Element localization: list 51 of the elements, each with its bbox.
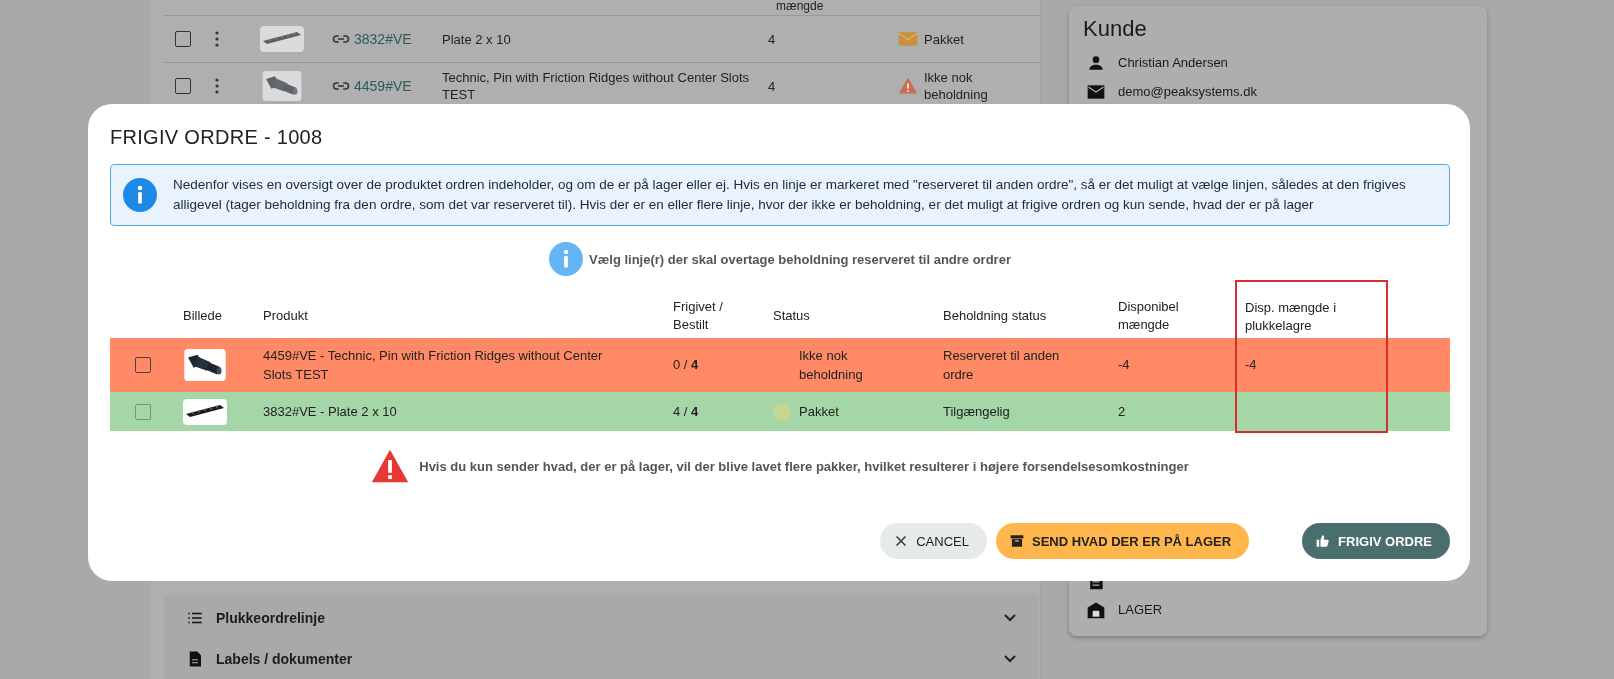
column-header: Disponibel mængde [1118,298,1180,334]
quantity-text: 2 [1118,402,1126,421]
send-button[interactable]: SEND HVAD DER ER PÅ LAGER [995,523,1250,559]
info-icon [549,242,584,276]
quantity-text: -4 [1245,356,1257,374]
checkbox[interactable] [175,31,191,47]
accordion-header[interactable]: Labels / dokumenter [164,638,1038,679]
info-text: LAGER [1118,601,1163,618]
email-text: demo@peaksystems.dk [1118,83,1257,100]
info-icon [123,178,157,212]
info-text: Nedenfor vises en oversigt over de produktet ordren indeholder, og om de er på lager eller ej. Hvis en linje er markeret med "reserveret til anden ordre", så er det muligt at vælge linjen, således at den frigives alligevel (tager beholdning fra den ordre, som det var reserveret til). Hvis der er en eller flere linje, hvor der ikke er beholdning, er det muligt at frigive ordren og kun sende, hvad der er på lager [173,176,1407,214]
column-header: mængde [776,0,824,12]
status-text: Ikke nok beholdning [799,347,864,384]
checkbox[interactable] [175,78,191,94]
quantity: 4 [768,77,776,95]
thumbs-up-icon [1316,534,1331,548]
column-header: Produkt [263,307,308,325]
status-text: Pakket [924,30,964,48]
product-link[interactable]: 3832#VE [354,31,412,47]
warning-icon [371,449,410,483]
stock-status: Tilgængelig [943,403,1010,421]
warning-text: Hvis du kun sender hvad, der er på lager, vil der blive lavet flere pakker, hvilket resulterer i højere forsendelsesomkostninger [419,458,1189,474]
status-dot [773,402,791,421]
release-button[interactable]: FRIGIV ORDRE [1302,523,1450,559]
column-header: Frigivet / Bestilt [673,298,724,334]
product-name: 4459#VE - Technic, Pin with Friction Ridges without Center Slots TEST [263,347,604,384]
status-text: Ikke nok beholdning [924,69,989,103]
product-name: 3832#VE - Plate 2 x 10 [263,403,397,421]
hint-text: Vælg linje(r) der skal overtage beholdning reserveret til andre ordrer [589,251,1011,267]
checkbox[interactable] [134,357,151,373]
cancel-button[interactable]: CANCEL [880,523,987,559]
dialog-title: FRIGIV ORDRE - 1008 [110,126,324,148]
more-icon [215,78,219,94]
product-name: Technic, Pin with Friction Ridges without Center Slots TEST [442,69,751,103]
column-header: Status [773,307,810,325]
archive-icon [1009,534,1024,548]
stock-status: Reserveret til anden ordre [943,347,1061,384]
more-icon [215,31,219,47]
accordion-header[interactable]: Plukkeordrelinje [164,597,1038,638]
quantity: 4 [768,30,776,48]
column-header: Billede [183,307,223,325]
card-title: Kunde [1083,16,1148,42]
column-header: Beholdning status [943,307,1047,325]
product-name: Plate 2 x 10 [442,30,511,48]
quantity-text: 4 / 4 [673,402,699,421]
status-text: Pakket [799,403,839,421]
column-header: Disp. mængde i plukkelagre [1245,299,1338,335]
product-link[interactable]: 4459#VE [354,78,412,94]
quantity-text: -4 [1118,356,1130,374]
info-text: Christian Andersen [1118,54,1228,71]
quantity-text: 0 / 4 [673,356,699,374]
